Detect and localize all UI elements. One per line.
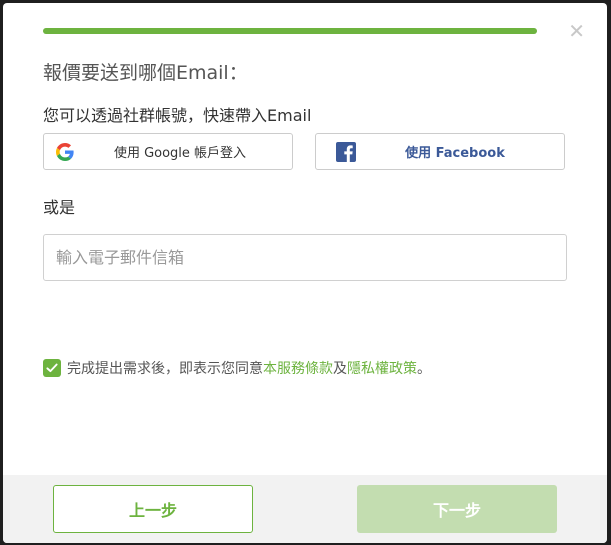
email-modal: ✕ 報價要送到哪個Email： 您可以透過社群帳號，快速帶入Email 使用 G… [3,3,607,543]
consent-row: 完成提出需求後，即表示您同意 本服務條款及隱私權政策。 [43,358,431,378]
progress-bar-fill [43,28,537,34]
previous-button[interactable]: 上一步 [53,485,253,533]
checkmark-icon [46,363,58,373]
terms-link[interactable]: 本服務條款 [263,358,333,378]
consent-conjunction: 及 [333,361,347,377]
facebook-login-button[interactable]: 使用 Facebook [315,133,565,170]
or-separator: 或是 [43,198,76,217]
google-login-button[interactable]: 使用 Google 帳戶登入 [43,133,293,170]
modal-footer: 上一步 下一步 [3,475,607,543]
progress-bar [43,28,537,34]
social-login-prompt: 您可以透過社群帳號，快速帶入Email [43,106,312,125]
privacy-link[interactable]: 隱私權政策 [347,358,417,378]
consent-prefix: 完成提出需求後，即表示您同意 [67,361,263,377]
next-button[interactable]: 下一步 [357,485,557,533]
google-login-label: 使用 Google 帳戶登入 [113,146,247,161]
close-icon[interactable]: ✕ [568,21,585,41]
modal-title: 報價要送到哪個Email： [43,62,248,84]
consent-checkbox[interactable] [43,359,61,377]
facebook-icon [336,142,356,162]
consent-suffix: 。 [417,361,431,377]
email-input[interactable] [43,234,567,281]
google-icon [56,143,74,161]
